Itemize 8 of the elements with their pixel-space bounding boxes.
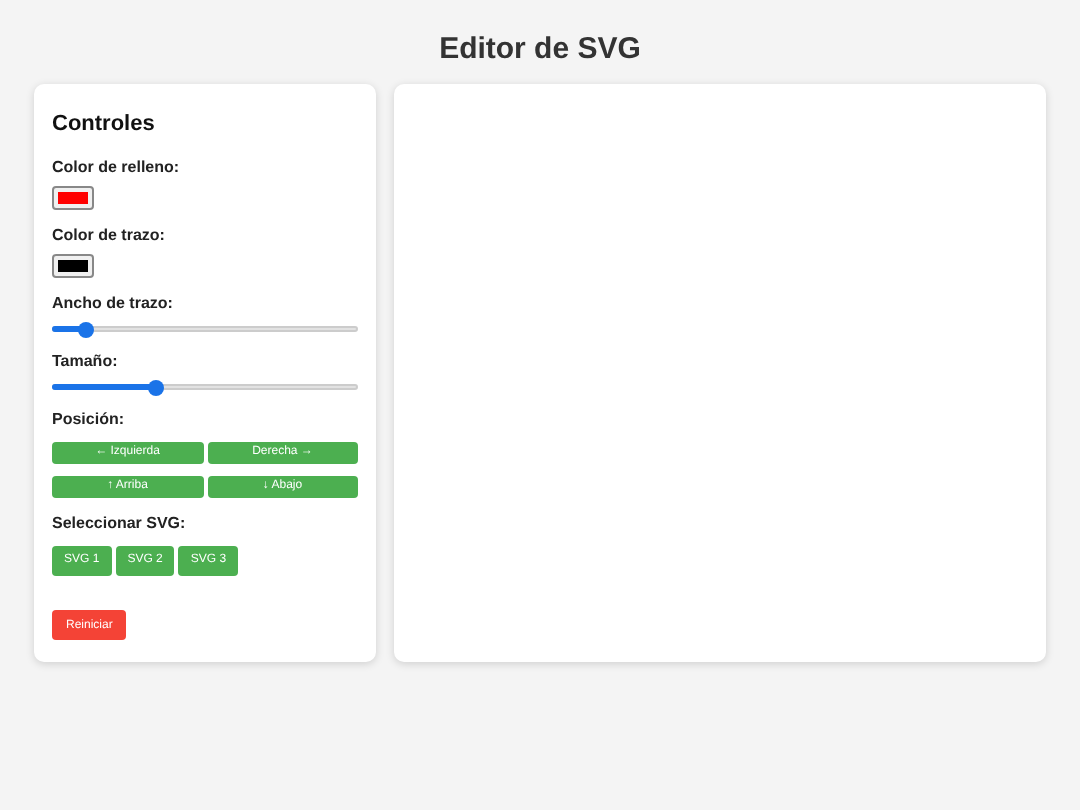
field-label: Tamaño: [52,349,120,373]
field-label: Color de trazo: [52,223,167,247]
field-label: Seleccionar SVG: [52,511,188,535]
page-title: Editor de SVG [437,30,643,70]
field-label: Color de relleno: [52,155,182,179]
field-label: Ancho de trazo: [52,291,175,315]
field-label: Posición: [52,407,127,431]
panel-heading: Controles [52,110,157,140]
